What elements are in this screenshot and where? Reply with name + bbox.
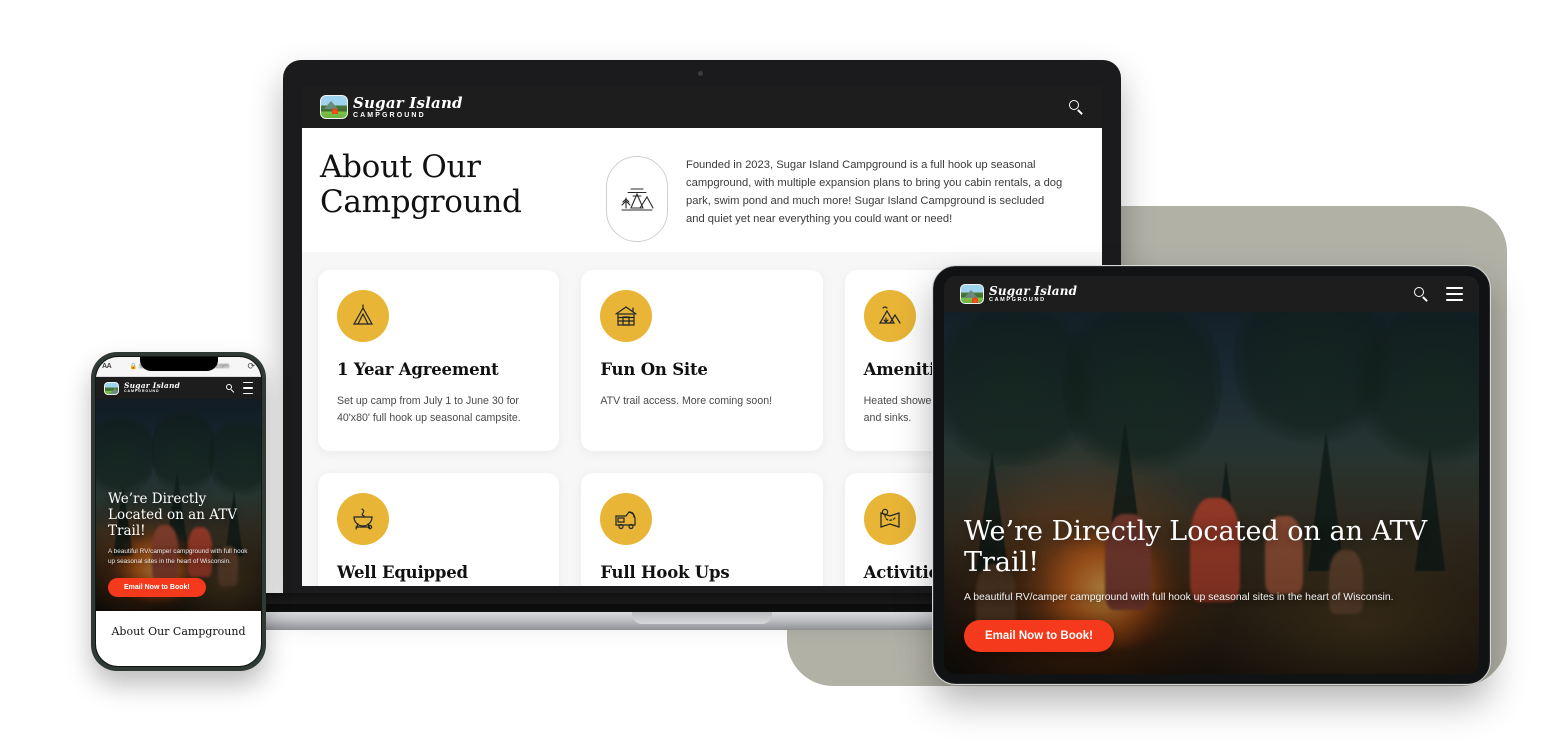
logo-sub-text: CAMPGROUND [124,389,160,394]
tent-teepee-icon [337,290,389,342]
search-icon[interactable] [1068,99,1084,115]
phone-notch [139,357,218,371]
search-icon-handle [1077,109,1083,115]
grill-bbq-icon [337,493,389,546]
logo-sub-text: CAMPGROUND [353,111,426,119]
card-body: Set up camp from July 1 to June 30 for 4… [337,395,521,425]
ipad-mockup: Sugar Island CAMPGROUND We’re Directly L… [932,265,1491,685]
mountain-shower-icon [863,290,916,342]
logo-sub-text: CAMPGROUND [989,296,1046,303]
rv-camper-icon [600,493,653,546]
lock-icon: 🔒 [129,364,138,370]
site-logo[interactable]: Sugar Island CAMPGROUND [960,284,1077,304]
feature-card[interactable]: Well Equipped Fire ring and picnic table… [318,473,560,586]
cabin-house-icon [600,290,653,342]
campground-mountains-icon [606,156,668,242]
hero-subtitle: A beautiful RV/camper campground with fu… [964,592,1394,604]
iphone-mockup: AA 🔒 sugarislandcampground.com ⟳ Sugar I… [91,352,266,671]
mockup-stage: Sugar Island CAMPGROUND About Our Campgr… [0,0,1553,746]
email-now-to-book-button[interactable]: Email Now to Book! [964,620,1114,652]
search-icon[interactable] [225,383,235,393]
phone-about-section: About Our Campground [96,611,261,666]
laptop-camera-icon [698,71,703,76]
phone-site-header: Sugar Island CAMPGROUND [96,377,261,399]
phone-about-title: About Our Campground [111,625,246,638]
search-icon[interactable] [1413,286,1429,302]
logo-wordmark: Sugar Island CAMPGROUND [353,93,463,119]
hero-title: We’re Directly Located on an ATV Trail! [108,490,237,539]
feature-card[interactable]: 1 Year Agreement Set up camp from July 1… [318,270,560,452]
card-title: Full Hook Ups [600,563,730,583]
laptop-base-notch [632,612,772,624]
phone-header-actions [225,382,253,394]
logo-script-text: Sugar Island [124,380,181,390]
logo-wordmark: Sugar Island CAMPGROUND [124,382,180,394]
logo-badge-icon [104,381,119,395]
text-size-icon[interactable]: AA [102,363,112,370]
logo-badge-icon [960,284,984,304]
card-title: Fun On Site [600,360,708,379]
card-body: ATV trail access. More coming soon! [600,395,773,407]
logo-script-text: Sugar Island [353,93,463,112]
phone-hero-content: We’re Directly Located on an ATV Trail! … [96,491,261,611]
hamburger-menu-icon[interactable] [1446,287,1463,301]
page-title: About Our Campground [320,149,522,220]
card-title: Well Equipped [337,563,468,583]
tablet-header-actions [1413,286,1463,302]
phone-screen: AA 🔒 sugarislandcampground.com ⟳ Sugar I… [95,356,262,667]
feature-card[interactable]: Fun On Site ATV trail access. More comin… [581,270,823,452]
logo-script-text: Sugar Island [989,283,1078,298]
site-logo[interactable]: Sugar Island CAMPGROUND [104,381,180,395]
hamburger-menu-icon[interactable] [243,382,253,394]
tablet-screen: Sugar Island CAMPGROUND We’re Directly L… [944,276,1479,674]
logo-badge-icon [320,95,348,119]
reload-icon[interactable]: ⟳ [247,361,255,372]
hero-subtitle: A beautiful RV/camper campground with fu… [108,548,248,566]
search-icon-handle [230,389,235,393]
search-icon-handle [1422,296,1428,302]
card-title: 1 Year Agreement [337,360,499,379]
about-section: About Our Campground Founded in 2023, Su… [302,128,1102,252]
feature-card[interactable]: Full Hook Ups Water, sewer and 30/50 amp… [581,473,823,586]
tablet-hero: We’re Directly Located on an ATV Trail! … [944,516,1479,674]
phone-hero: We’re Directly Located on an ATV Trail! … [96,399,261,611]
hero-title: We’re Directly Located on an ATV Trail! [964,516,1428,579]
site-header: Sugar Island CAMPGROUND [302,86,1102,128]
about-paragraph: Founded in 2023, Sugar Island Campground… [686,159,1063,226]
logo-wordmark: Sugar Island CAMPGROUND [989,285,1077,304]
email-now-to-book-button[interactable]: Email Now to Book! [108,578,206,597]
tablet-site-header: Sugar Island CAMPGROUND [944,276,1479,312]
map-trail-icon [863,493,916,546]
site-logo[interactable]: Sugar Island CAMPGROUND [320,95,463,119]
